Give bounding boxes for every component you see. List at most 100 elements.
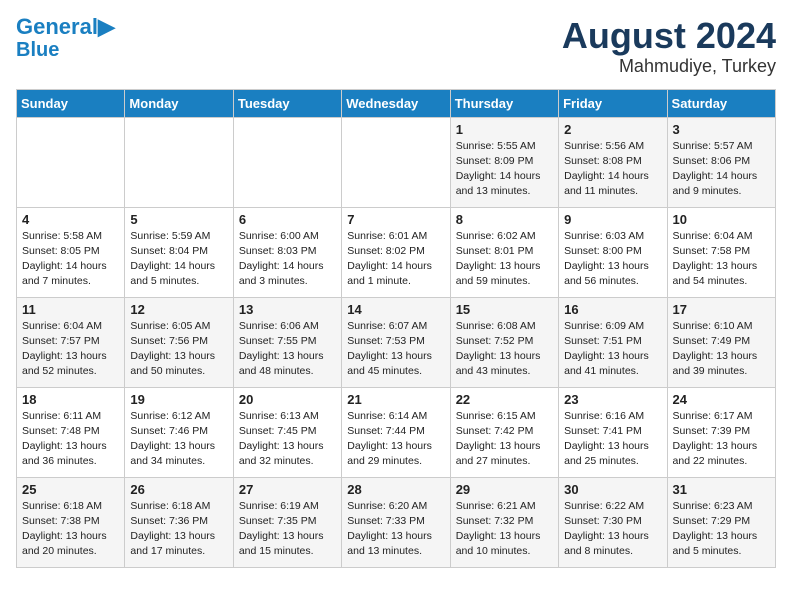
day-number: 22 [456, 392, 553, 407]
day-info: Sunrise: 6:20 AM Sunset: 7:33 PM Dayligh… [347, 499, 444, 560]
day-info: Sunrise: 6:01 AM Sunset: 8:02 PM Dayligh… [347, 229, 444, 290]
table-row: 14 Sunrise: 6:07 AM Sunset: 7:53 PM Dayli… [342, 297, 450, 387]
day-info: Sunrise: 6:05 AM Sunset: 7:56 PM Dayligh… [130, 319, 227, 380]
day-info: Sunrise: 6:06 AM Sunset: 7:55 PM Dayligh… [239, 319, 336, 380]
day-info: Sunrise: 6:11 AM Sunset: 7:48 PM Dayligh… [22, 409, 119, 470]
calendar-table: Sunday Monday Tuesday Wednesday Thursday… [16, 89, 776, 568]
day-number: 2 [564, 122, 661, 137]
day-number: 30 [564, 482, 661, 497]
logo: General▶ Blue [16, 16, 115, 60]
day-info: Sunrise: 6:03 AM Sunset: 8:00 PM Dayligh… [564, 229, 661, 290]
table-row: 28Sunrise: 6:20 AM Sunset: 7:33 PM Dayli… [342, 477, 450, 567]
day-info: Sunrise: 6:19 AM Sunset: 7:35 PM Dayligh… [239, 499, 336, 560]
header-thursday: Thursday [450, 89, 558, 117]
calendar-week-row: 11Sunrise: 6:04 AM Sunset: 7:57 PM Dayli… [17, 297, 776, 387]
day-number: 25 [22, 482, 119, 497]
day-info: Sunrise: 6:10 AM Sunset: 7:49 PM Dayligh… [673, 319, 770, 380]
table-row: 3 Sunrise: 5:57 AM Sunset: 8:06 PM Daylig… [667, 117, 775, 207]
day-number: 16 [564, 302, 661, 317]
table-row: 22 Sunrise: 6:15 AM Sunset: 7:42 PM Dayli… [450, 387, 558, 477]
day-info: Sunrise: 6:00 AM Sunset: 8:03 PM Dayligh… [239, 229, 336, 290]
day-info: Sunrise: 6:12 AM Sunset: 7:46 PM Dayligh… [130, 409, 227, 470]
day-number: 3 [673, 122, 770, 137]
day-number: 6 [239, 212, 336, 227]
table-row: 12 Sunrise: 6:05 AM Sunset: 7:56 PM Dayli… [125, 297, 233, 387]
day-info: Sunrise: 6:13 AM Sunset: 7:45 PM Dayligh… [239, 409, 336, 470]
day-number: 26 [130, 482, 227, 497]
day-number: 5 [130, 212, 227, 227]
day-number: 24 [673, 392, 770, 407]
day-info: Sunrise: 6:07 AM Sunset: 7:53 PM Dayligh… [347, 319, 444, 380]
table-row: 17 Sunrise: 6:10 AM Sunset: 7:49 PM Dayli… [667, 297, 775, 387]
table-row: 16Sunrise: 6:09 AM Sunset: 7:51 PM Dayli… [559, 297, 667, 387]
calendar-week-row: 25Sunrise: 6:18 AM Sunset: 7:38 PM Dayli… [17, 477, 776, 567]
day-number: 17 [673, 302, 770, 317]
day-number: 7 [347, 212, 444, 227]
day-info: Sunrise: 6:02 AM Sunset: 8:01 PM Dayligh… [456, 229, 553, 290]
table-row: 27 Sunrise: 6:19 AM Sunset: 7:35 PM Dayli… [233, 477, 341, 567]
day-info: Sunrise: 6:04 AM Sunset: 7:57 PM Dayligh… [22, 319, 119, 380]
page-header: General▶ Blue August 2024 Mahmudiye, Tur… [16, 16, 776, 77]
table-row: 2 Sunrise: 5:56 AM Sunset: 8:08 PM Daylig… [559, 117, 667, 207]
header-saturday: Saturday [667, 89, 775, 117]
day-number: 27 [239, 482, 336, 497]
day-number: 12 [130, 302, 227, 317]
calendar-week-row: 4 Sunrise: 5:58 AM Sunset: 8:05 PM Daylig… [17, 207, 776, 297]
table-row: 11Sunrise: 6:04 AM Sunset: 7:57 PM Dayli… [17, 297, 125, 387]
day-number: 4 [22, 212, 119, 227]
table-row: 19 Sunrise: 6:12 AM Sunset: 7:46 PM Dayli… [125, 387, 233, 477]
table-row: 6 Sunrise: 6:00 AM Sunset: 8:03 PM Daylig… [233, 207, 341, 297]
day-info: Sunrise: 6:14 AM Sunset: 7:44 PM Dayligh… [347, 409, 444, 470]
table-row: 24 Sunrise: 6:17 AM Sunset: 7:39 PM Dayli… [667, 387, 775, 477]
table-row: 9 Sunrise: 6:03 AM Sunset: 8:00 PM Daylig… [559, 207, 667, 297]
table-row [233, 117, 341, 207]
day-number: 21 [347, 392, 444, 407]
table-row: 1 Sunrise: 5:55 AM Sunset: 8:09 PM Daylig… [450, 117, 558, 207]
calendar-week-row: 18 Sunrise: 6:11 AM Sunset: 7:48 PM Dayli… [17, 387, 776, 477]
day-number: 13 [239, 302, 336, 317]
day-info: Sunrise: 6:22 AM Sunset: 7:30 PM Dayligh… [564, 499, 661, 560]
table-row [125, 117, 233, 207]
logo-text: General▶ Blue [16, 16, 115, 60]
day-info: Sunrise: 5:55 AM Sunset: 8:09 PM Dayligh… [456, 139, 553, 200]
day-number: 19 [130, 392, 227, 407]
table-row: 31 Sunrise: 6:23 AM Sunset: 7:29 PM Dayli… [667, 477, 775, 567]
logo-general: General [16, 14, 98, 39]
table-row: 13 Sunrise: 6:06 AM Sunset: 7:55 PM Dayli… [233, 297, 341, 387]
table-row: 5 Sunrise: 5:59 AM Sunset: 8:04 PM Daylig… [125, 207, 233, 297]
day-info: Sunrise: 6:23 AM Sunset: 7:29 PM Dayligh… [673, 499, 770, 560]
calendar-header-row: Sunday Monday Tuesday Wednesday Thursday… [17, 89, 776, 117]
day-info: Sunrise: 5:56 AM Sunset: 8:08 PM Dayligh… [564, 139, 661, 200]
header-friday: Friday [559, 89, 667, 117]
day-number: 9 [564, 212, 661, 227]
day-info: Sunrise: 6:04 AM Sunset: 7:58 PM Dayligh… [673, 229, 770, 290]
day-info: Sunrise: 6:18 AM Sunset: 7:36 PM Dayligh… [130, 499, 227, 560]
table-row: 23Sunrise: 6:16 AM Sunset: 7:41 PM Dayli… [559, 387, 667, 477]
day-number: 1 [456, 122, 553, 137]
day-number: 18 [22, 392, 119, 407]
day-number: 31 [673, 482, 770, 497]
day-info: Sunrise: 5:59 AM Sunset: 8:04 PM Dayligh… [130, 229, 227, 290]
table-row [17, 117, 125, 207]
table-row: 25Sunrise: 6:18 AM Sunset: 7:38 PM Dayli… [17, 477, 125, 567]
table-row: 8 Sunrise: 6:02 AM Sunset: 8:01 PM Daylig… [450, 207, 558, 297]
table-row: 30 Sunrise: 6:22 AM Sunset: 7:30 PM Dayli… [559, 477, 667, 567]
day-info: Sunrise: 6:17 AM Sunset: 7:39 PM Dayligh… [673, 409, 770, 470]
day-info: Sunrise: 6:08 AM Sunset: 7:52 PM Dayligh… [456, 319, 553, 380]
day-info: Sunrise: 5:58 AM Sunset: 8:05 PM Dayligh… [22, 229, 119, 290]
day-number: 15 [456, 302, 553, 317]
table-row: 4 Sunrise: 5:58 AM Sunset: 8:05 PM Daylig… [17, 207, 125, 297]
day-info: Sunrise: 6:21 AM Sunset: 7:32 PM Dayligh… [456, 499, 553, 560]
day-number: 20 [239, 392, 336, 407]
day-info: Sunrise: 5:57 AM Sunset: 8:06 PM Dayligh… [673, 139, 770, 200]
header-sunday: Sunday [17, 89, 125, 117]
table-row: 21 Sunrise: 6:14 AM Sunset: 7:44 PM Dayli… [342, 387, 450, 477]
table-row: 7 Sunrise: 6:01 AM Sunset: 8:02 PM Daylig… [342, 207, 450, 297]
day-number: 14 [347, 302, 444, 317]
header-monday: Monday [125, 89, 233, 117]
table-row: 10Sunrise: 6:04 AM Sunset: 7:58 PM Dayli… [667, 207, 775, 297]
day-info: Sunrise: 6:15 AM Sunset: 7:42 PM Dayligh… [456, 409, 553, 470]
header-tuesday: Tuesday [233, 89, 341, 117]
day-number: 8 [456, 212, 553, 227]
table-row: 15 Sunrise: 6:08 AM Sunset: 7:52 PM Dayli… [450, 297, 558, 387]
